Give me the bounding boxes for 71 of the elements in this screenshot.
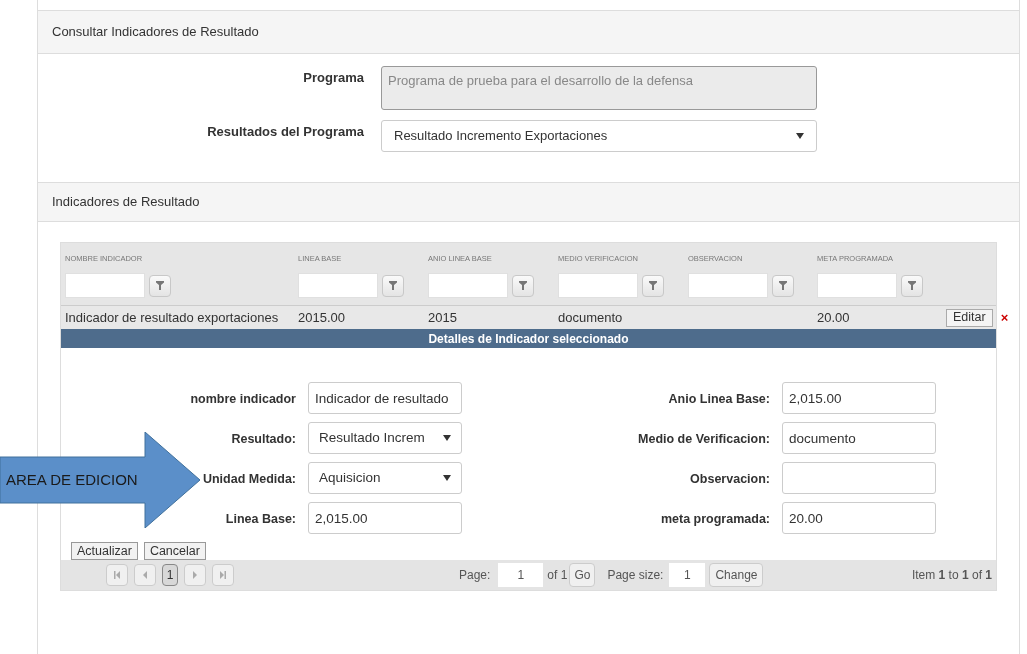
- caret-icon: [796, 133, 804, 139]
- go-button[interactable]: Go: [569, 563, 596, 587]
- page-size-input[interactable]: 1: [669, 563, 706, 587]
- filter-button[interactable]: [901, 274, 923, 297]
- caret-icon: [443, 435, 451, 441]
- filter-input[interactable]: [65, 273, 145, 298]
- filter-button[interactable]: [512, 274, 534, 297]
- filter-button[interactable]: [772, 274, 794, 297]
- details-title: Detalles de Indicador seleccionado: [428, 330, 629, 348]
- select-field[interactable]: Aquisicion: [308, 462, 462, 494]
- filter-input[interactable]: [558, 273, 638, 298]
- input-field[interactable]: 20.00: [782, 502, 936, 534]
- next-page-button[interactable]: [184, 564, 206, 586]
- table-cell-text: 2015: [428, 308, 458, 327]
- page-size-label: Page size:: [607, 567, 664, 584]
- field-label: meta programada:: [660, 511, 770, 528]
- filter-icon: [519, 281, 527, 290]
- previous-page-button[interactable]: [134, 564, 156, 586]
- filter-input[interactable]: [428, 273, 508, 298]
- edit-button[interactable]: Editar: [946, 308, 993, 327]
- delete-button[interactable]: ×: [1000, 311, 1009, 324]
- input-field[interactable]: Indicador de resultado: [308, 382, 462, 414]
- field-label: Observacion:: [690, 471, 770, 488]
- page-input[interactable]: 1: [498, 563, 544, 587]
- filter-icon: [156, 281, 164, 290]
- first-page-icon: [113, 571, 121, 579]
- table-cell-text: Indicador de resultado exportaciones: [65, 308, 280, 327]
- select-field[interactable]: Resultado Incremento Exportaciones: [381, 120, 817, 152]
- filter-button[interactable]: [642, 274, 664, 297]
- filter-icon: [908, 281, 916, 290]
- item-summary: Item 1 to 1 of 1: [911, 567, 992, 584]
- form-button[interactable]: Actualizar: [71, 542, 138, 560]
- filter-input[interactable]: [817, 273, 897, 298]
- field-label: Medio de Verificacion:: [638, 431, 770, 448]
- table-cell-text: documento: [558, 308, 624, 327]
- page-button[interactable]: 1: [162, 564, 178, 586]
- filter-button[interactable]: [149, 274, 171, 297]
- table-cell-text: 2015.00: [298, 308, 346, 327]
- panel-title: Consultar Indicadores de Resultado: [52, 23, 259, 42]
- field-label: Linea Base:: [225, 511, 296, 528]
- first-page-button[interactable]: [106, 564, 128, 586]
- filter-icon: [779, 281, 787, 290]
- input-field[interactable]: 2,015.00: [308, 502, 462, 534]
- filter-icon: [389, 281, 397, 290]
- callout-text: AREA DE EDICION: [6, 469, 138, 490]
- page-count: of 1: [547, 567, 568, 584]
- next-page-icon: [191, 571, 199, 579]
- filter-input[interactable]: [688, 273, 768, 298]
- field-label: nombre indicador: [190, 391, 296, 408]
- previous-page-icon: [141, 571, 149, 579]
- change-button[interactable]: Change: [709, 563, 764, 587]
- select-field[interactable]: Resultado Increm: [308, 422, 462, 454]
- filter-icon: [649, 281, 657, 290]
- table-cell-text: 20.00: [817, 308, 851, 327]
- field-label: Resultado:: [231, 431, 296, 448]
- last-page-button[interactable]: [212, 564, 234, 586]
- section-title: Indicadores de Resultado: [52, 193, 200, 212]
- caret-icon: [443, 475, 451, 481]
- last-page-icon: [219, 571, 227, 579]
- text-area: Programa de prueba para el desarrollo de la defensa: [381, 66, 817, 110]
- input-field[interactable]: [782, 462, 936, 494]
- filter-button[interactable]: [382, 274, 404, 297]
- input-field[interactable]: documento: [782, 422, 936, 454]
- filter-input[interactable]: [298, 273, 378, 298]
- field-label: Resultados del Programa: [206, 123, 364, 141]
- page-label: Page:: [459, 567, 491, 584]
- field-label: Programa: [302, 69, 364, 87]
- form-button[interactable]: Cancelar: [143, 542, 206, 560]
- input-field[interactable]: 2,015.00: [782, 382, 936, 414]
- field-label: Anio Linea Base:: [668, 391, 770, 408]
- field-label: Unidad Medida:: [202, 471, 296, 488]
